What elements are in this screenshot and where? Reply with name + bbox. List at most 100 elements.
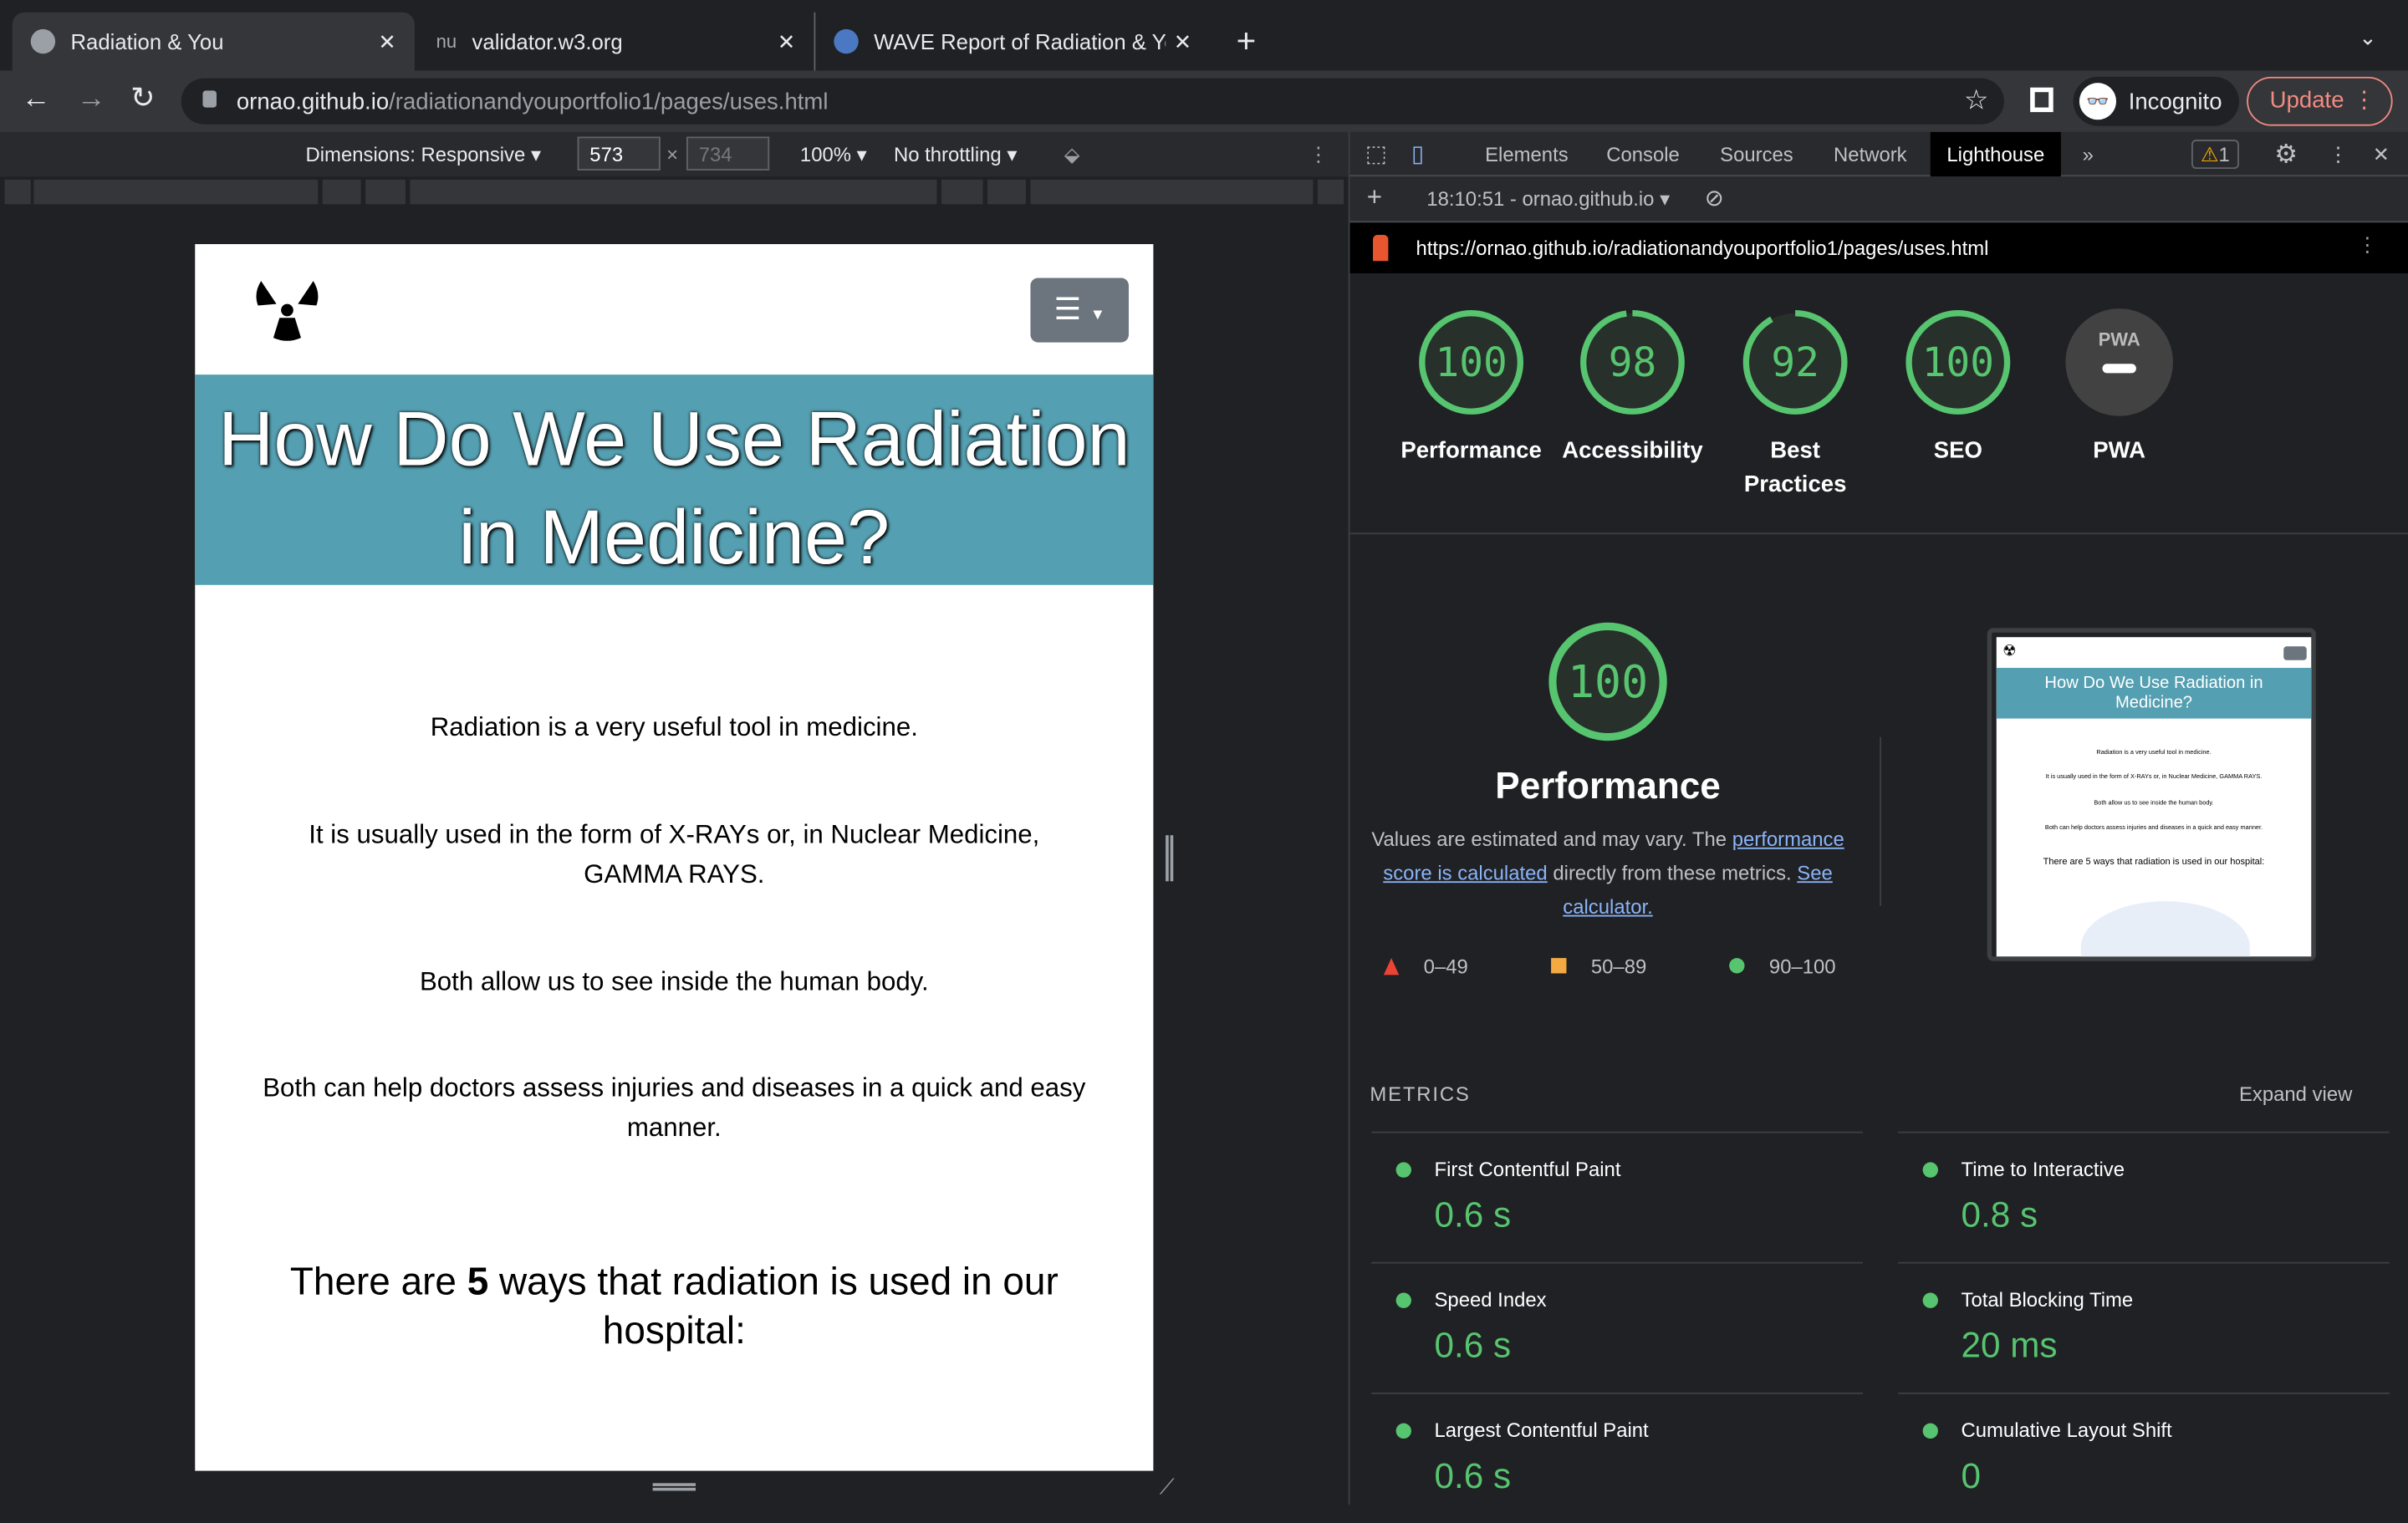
tab-lighthouse[interactable]: Lighthouse: [1930, 131, 2061, 177]
score-legend: 0–49 50–89 90–100: [1383, 955, 1875, 986]
lighthouse-logo-icon: [1373, 235, 1389, 262]
score-gauge-performance[interactable]: 100 Performance: [1387, 308, 1556, 468]
navbar-toggle-button[interactable]: ☰ ▼: [1030, 278, 1129, 343]
score-gauge-accessibility[interactable]: 98 Accessibility: [1548, 308, 1717, 468]
score-gauge-seo[interactable]: 100 SEO: [1874, 308, 2043, 468]
gauge-label: Accessibility: [1562, 437, 1703, 464]
expand-view-button[interactable]: Expand view: [2239, 1082, 2352, 1106]
close-tab-icon[interactable]: ✕: [778, 28, 796, 54]
metric-value: 20 ms: [1961, 1325, 2058, 1365]
resize-corner-icon[interactable]: ⟋: [1160, 1474, 1175, 1500]
page-title: How Do We Use Radiation in Medicine?: [195, 374, 1154, 585]
tab-validator[interactable]: nu validator.w3.org ✕: [418, 13, 814, 71]
throttling-select[interactable]: No throttling ▾: [894, 143, 1017, 167]
metric-label: Largest Contentful Paint: [1434, 1419, 1649, 1442]
bookmark-star-icon[interactable]: ☆: [1964, 84, 1989, 117]
device-more-icon[interactable]: ⋮: [1309, 143, 1329, 167]
forward-icon[interactable]: →: [77, 83, 106, 116]
warning-count: 1: [2218, 142, 2230, 166]
report-select[interactable]: 18:10:51 - ornao.github.io ▾: [1426, 187, 1670, 211]
close-tab-icon[interactable]: ✕: [378, 28, 396, 54]
back-icon[interactable]: ←: [22, 83, 51, 116]
new-report-icon[interactable]: +: [1367, 183, 1382, 214]
close-devtools-icon[interactable]: ✕: [2373, 132, 2390, 176]
svg-text:100: 100: [1568, 656, 1648, 708]
tab-title: WAVE Report of Radiation & You: [874, 28, 1166, 54]
zoom-label: 100%: [799, 142, 852, 166]
warnings-badge[interactable]: ⚠1: [2191, 140, 2239, 170]
score-gauge-best-practices[interactable]: 92 Best Practices: [1711, 308, 1880, 502]
pass-circle-icon: [1922, 1162, 1938, 1178]
lock-icon: [202, 90, 217, 108]
tab-network[interactable]: Network: [1834, 132, 1907, 176]
pwa-badge-icon: PWA: [2065, 308, 2173, 416]
tab-console[interactable]: Console: [1606, 132, 1680, 176]
pass-circle-icon: [1395, 1162, 1411, 1178]
warning-icon: ⚠: [2201, 142, 2219, 166]
media-query-ruler[interactable]: [0, 178, 1349, 206]
paragraph: Both can help doctors assess injuries an…: [263, 1072, 1086, 1143]
svg-text:100: 100: [1922, 340, 1994, 386]
metric-first-contentful-paint: First Contentful Paint 0.6 s: [1371, 1131, 1863, 1262]
metric-value: 0.6 s: [1434, 1194, 1512, 1235]
pass-circle-icon: [1395, 1292, 1411, 1308]
pass-circle-icon: [1922, 1423, 1938, 1439]
report-select-label: 18:10:51 - ornao.github.io: [1426, 187, 1655, 211]
gauge-ring: 92: [1742, 310, 1848, 415]
device-toggle-icon[interactable]: ▯: [1411, 132, 1424, 176]
height-input[interactable]: 734: [686, 136, 770, 171]
globe-icon: [30, 28, 56, 54]
incognito-icon: 👓: [2079, 83, 2117, 120]
tab-sources[interactable]: Sources: [1720, 132, 1793, 176]
final-screenshot[interactable]: ☢ How Do We Use Radiation in Medicine? R…: [1987, 628, 2316, 961]
tab-elements[interactable]: Elements: [1485, 132, 1569, 176]
validator-icon: nu: [436, 30, 457, 53]
metric-value: 0: [1961, 1455, 1982, 1495]
inspect-element-icon[interactable]: ⬚: [1365, 132, 1387, 176]
performance-gauge-large: 100: [1548, 622, 1667, 741]
thumb-line: It is usually used in the form of X-RAYs…: [2045, 772, 2263, 781]
metric-label: Speed Index: [1434, 1288, 1547, 1312]
paragraph: Both allow us to see inside the human bo…: [419, 967, 929, 997]
resize-handle-right[interactable]: [1166, 835, 1174, 882]
reload-icon[interactable]: ↻: [130, 81, 155, 116]
resize-handle-bottom[interactable]: [652, 1483, 696, 1491]
url-domain: ornao.github.io: [236, 88, 390, 115]
zoom-select[interactable]: 100% ▾: [800, 143, 867, 167]
clear-reports-icon[interactable]: ⊘: [1705, 184, 1724, 211]
radiation-logo-icon[interactable]: [253, 278, 323, 342]
metric-total-blocking-time: Total Blocking Time 20 ms: [1898, 1261, 2390, 1393]
address-bar[interactable]: ornao.github.io/radiationandyouportfolio…: [181, 78, 2004, 125]
devtools-menu-icon[interactable]: ⋮: [2328, 132, 2348, 176]
performance-description: Values are estimated and may vary. The p…: [1371, 827, 1844, 919]
menu-dots-icon: ⋮: [2352, 87, 2376, 114]
close-tab-icon[interactable]: ✕: [1174, 28, 1192, 54]
svg-text:98: 98: [1609, 340, 1657, 386]
emulated-page: ☰ ▼ How Do We Use Radiation in Medicine?…: [195, 244, 1154, 1471]
update-button[interactable]: Update ⋮: [2247, 76, 2393, 126]
incognito-profile-button[interactable]: 👓 Incognito: [2073, 76, 2239, 126]
new-tab-button[interactable]: +: [1237, 22, 1257, 62]
tab-title: validator.w3.org: [472, 28, 623, 54]
settings-gear-icon[interactable]: ⚙: [2274, 132, 2298, 176]
dimensions-select[interactable]: Dimensions: Responsive ▾: [306, 143, 541, 167]
tab-wave-report[interactable]: WAVE Report of Radiation & You ✕: [814, 12, 1210, 71]
tab-search-chevron-icon[interactable]: ⌄: [2359, 24, 2377, 50]
side-panel-icon[interactable]: [2030, 87, 2053, 113]
gauge-label: PWA: [2093, 437, 2146, 464]
thumb-line: Both can help doctors assess injuries an…: [2044, 823, 2263, 831]
report-menu-icon[interactable]: ⋮: [2357, 233, 2377, 257]
fail-triangle-icon: [1383, 958, 1400, 975]
ways-heading: There are 5 ways that radiation is used …: [289, 1260, 1059, 1353]
more-tabs-icon[interactable]: »: [2083, 132, 2094, 176]
metric-time-to-interactive: Time to Interactive 0.8 s: [1898, 1131, 2390, 1262]
score-gauge-pwa[interactable]: PWA PWA: [2035, 308, 2204, 468]
svg-text:92: 92: [1771, 340, 1819, 386]
dimensions-label: Dimensions: Responsive: [305, 142, 526, 166]
rotate-icon[interactable]: ⬙: [1064, 143, 1079, 167]
width-input[interactable]: 573: [577, 136, 661, 171]
tab-radiation-and-you[interactable]: Radiation & You ✕: [12, 12, 415, 71]
legend-average: 50–89: [1590, 955, 1647, 978]
illustration: [2080, 901, 2250, 957]
paragraph: Radiation is a very useful tool in medic…: [430, 712, 918, 742]
